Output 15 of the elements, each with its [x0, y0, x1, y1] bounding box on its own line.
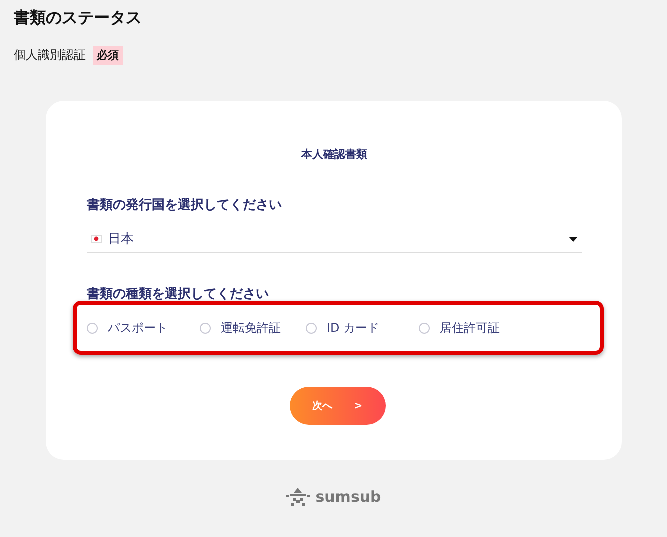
page-title: 書類のステータス	[14, 8, 143, 29]
card-title: 本人確認書類	[302, 147, 368, 162]
field-label: 書類の種類を選択してください	[87, 286, 270, 303]
radio-option[interactable]: 居住許可証	[419, 320, 532, 336]
flag-icon	[91, 235, 102, 243]
required-badge: 必須	[93, 46, 123, 65]
logo-icon	[286, 487, 310, 507]
radio-option[interactable]: ID カード	[306, 320, 419, 336]
logo-text: sumsub	[316, 488, 382, 506]
field-label: 書類の発行国を選択してください	[87, 197, 283, 214]
requirement-label: 個人識別認証	[14, 47, 86, 64]
radio-option[interactable]: パスポート	[87, 320, 200, 336]
country-select[interactable]: 日本	[87, 230, 582, 253]
caret-icon	[569, 236, 578, 242]
radio-option[interactable]: 運転免許証	[200, 320, 306, 336]
